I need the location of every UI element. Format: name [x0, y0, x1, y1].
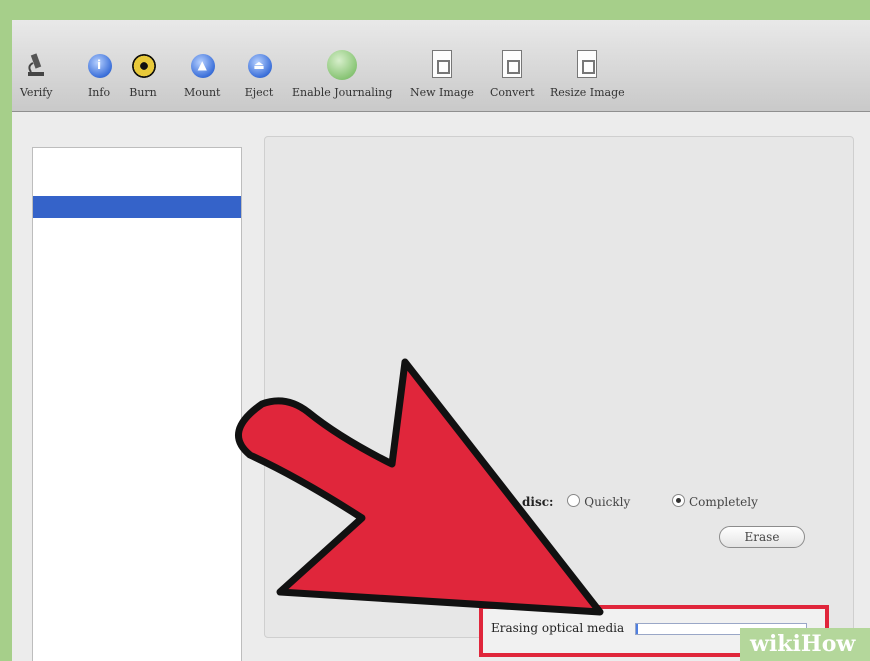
- watermark-wiki: wiki: [750, 631, 801, 657]
- selected-disk-row[interactable]: [33, 196, 241, 218]
- toolbar-eject-label: Eject: [244, 86, 274, 99]
- journaling-icon: [327, 50, 358, 80]
- erase-progress-fill: [636, 624, 639, 634]
- toolbar-convert-label: Convert: [490, 86, 535, 99]
- erase-panel: [264, 136, 854, 638]
- toolbar-verify-label: Verify: [20, 86, 53, 99]
- toolbar-new-image-button[interactable]: New Image: [410, 50, 474, 99]
- erase-button[interactable]: Erase: [719, 526, 805, 548]
- toolbar-enable-journaling-button[interactable]: Enable Journaling: [292, 50, 392, 99]
- completely-label: Completely: [688, 495, 758, 509]
- resize-image-icon: [572, 50, 602, 80]
- toolbar-enable-journaling-label: Enable Journaling: [292, 86, 393, 99]
- toolbar: Verify i Info Burn ▲ Mount ⏏ Eject Enabl…: [12, 20, 870, 112]
- watermark-how: How: [800, 631, 856, 657]
- toolbar-new-image-label: New Image: [410, 86, 474, 99]
- disk-utility-window: Verify i Info Burn ▲ Mount ⏏ Eject Enabl…: [12, 20, 870, 661]
- wikihow-watermark: wikiHow: [740, 628, 870, 661]
- toolbar-mount-button[interactable]: ▲ Mount: [184, 50, 220, 99]
- toolbar-info-button[interactable]: i Info: [84, 50, 114, 99]
- quickly-label: Quickly: [584, 495, 631, 509]
- toolbar-burn-button[interactable]: Burn: [128, 50, 158, 99]
- toolbar-info-label: Info: [87, 86, 111, 99]
- disk-list[interactable]: [32, 147, 242, 661]
- new-image-icon: [427, 50, 457, 80]
- split-resize-handle[interactable]: ◢: [252, 402, 259, 412]
- toolbar-mount-label: Mount: [184, 86, 221, 99]
- toolbar-resize-image-label: Resize Image: [550, 86, 625, 99]
- info-icon: i: [84, 50, 114, 80]
- convert-icon: [497, 50, 527, 80]
- quickly-radio[interactable]: [567, 494, 581, 507]
- burn-icon: [128, 50, 158, 80]
- erase-disc-label: disc:: [522, 495, 554, 509]
- status-text: Erasing optical media: [491, 621, 625, 635]
- microscope-icon: [21, 50, 51, 80]
- mount-icon: ▲: [187, 50, 217, 80]
- completely-radio[interactable]: [671, 494, 685, 507]
- toolbar-convert-button[interactable]: Convert: [490, 50, 535, 99]
- eject-icon: ⏏: [244, 50, 274, 80]
- toolbar-resize-image-button[interactable]: Resize Image: [550, 50, 625, 99]
- toolbar-verify-button[interactable]: Verify: [20, 50, 53, 99]
- toolbar-eject-button[interactable]: ⏏ Eject: [244, 50, 274, 99]
- toolbar-burn-label: Burn: [129, 86, 157, 99]
- erase-options-row: disc: Quickly Completely: [522, 494, 758, 509]
